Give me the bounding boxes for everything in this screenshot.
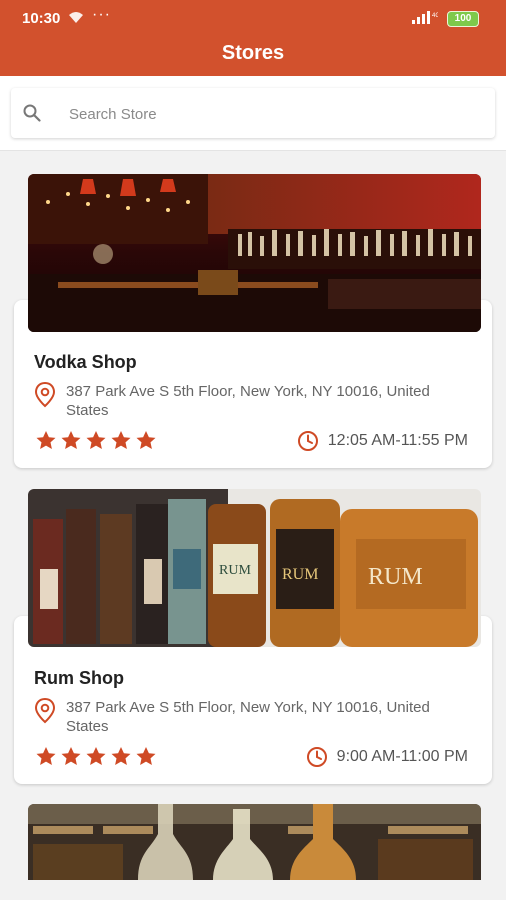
store-name: Rum Shop (34, 668, 124, 688)
bar-interior-photo (28, 174, 481, 332)
search-box[interactable] (11, 88, 495, 138)
star-icon (86, 431, 106, 449)
app-bar: 10:30 ··· 4G 100 Stores (0, 0, 506, 76)
star-icon (36, 431, 56, 449)
clock-icon (306, 747, 327, 767)
store-image-third[interactable] (28, 804, 481, 880)
store-address: 387 Park Ave S 5th Floor, New York, NY 1… (66, 699, 430, 735)
status-time: 10:30 (22, 10, 61, 27)
store-address: 387 Park Ave S 5th Floor, New York, NY 1… (66, 383, 430, 419)
store-hours: 12:05 AM-11:55 PM (297, 430, 468, 452)
signal-icon: 4G (412, 10, 440, 29)
location-pin-icon (34, 697, 56, 729)
battery-icon: 100 (447, 11, 479, 27)
store-hours: 9:00 AM-11:00 PM (306, 746, 468, 768)
status-bar: 10:30 ··· 4G 100 (0, 0, 506, 36)
store-hours-text: 12:05 AM-11:55 PM (327, 432, 468, 449)
svg-text:RUM: RUM (219, 563, 251, 578)
star-icon (136, 431, 156, 449)
wifi-icon (68, 10, 84, 29)
store-name: Vodka Shop (34, 352, 137, 372)
svg-text:4G: 4G (432, 13, 438, 19)
rum-bottles-photo: RUM RUM RUM (28, 489, 481, 647)
store-image-rum[interactable]: RUM RUM RUM (28, 489, 481, 647)
svg-text:RUM: RUM (282, 566, 318, 583)
clock-icon (297, 431, 318, 451)
star-icon (36, 747, 56, 765)
star-icon (61, 431, 81, 449)
star-icon (111, 431, 131, 449)
star-icon (61, 747, 81, 765)
star-icon (86, 747, 106, 765)
rating-stars (36, 747, 161, 771)
search-icon[interactable] (23, 104, 41, 127)
page-title: Stores (221, 42, 285, 64)
svg-text:RUM: RUM (368, 564, 423, 590)
search-input[interactable] (67, 101, 471, 127)
location-pin-icon (34, 381, 56, 413)
star-icon (136, 747, 156, 765)
more-notifications-icon: ··· (92, 6, 111, 23)
search-bar-container (0, 76, 506, 151)
store-hours-text: 9:00 AM-11:00 PM (336, 748, 468, 765)
liquor-bottles-photo (28, 804, 481, 880)
store-image-vodka[interactable] (28, 174, 481, 332)
rating-stars (36, 431, 161, 455)
star-icon (111, 747, 131, 765)
